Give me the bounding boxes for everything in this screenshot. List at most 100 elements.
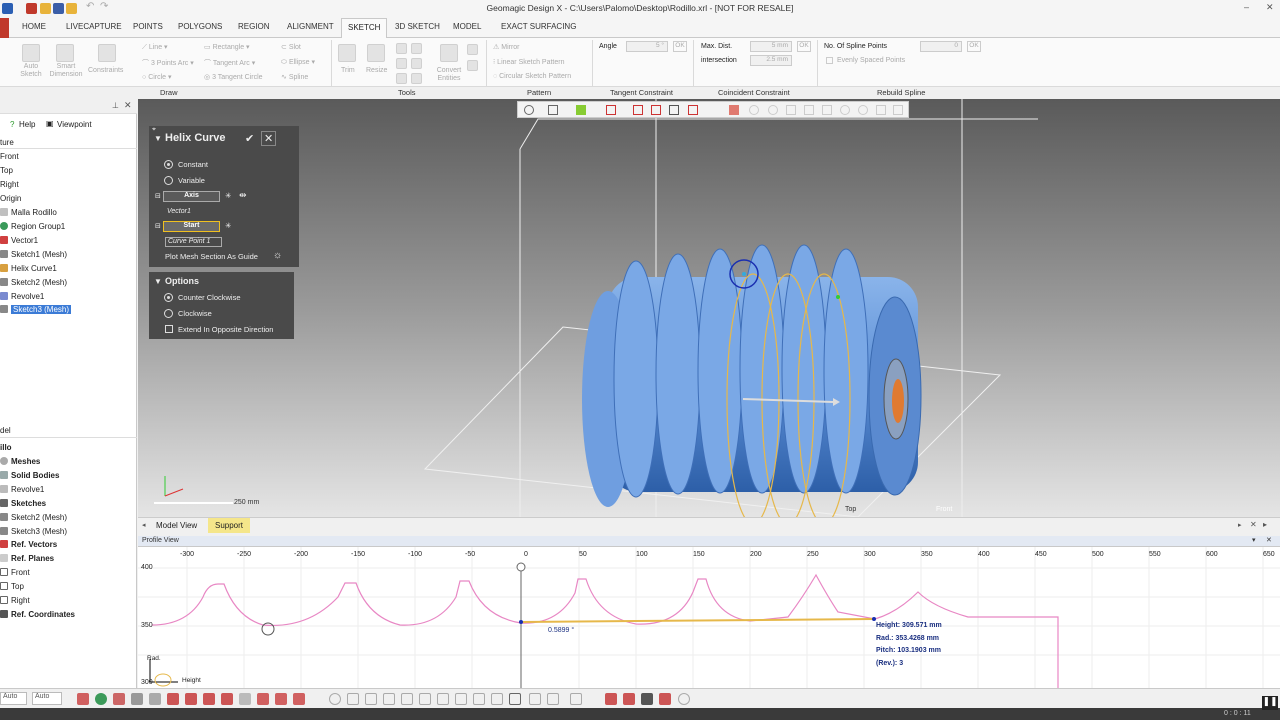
profile-view[interactable]: 0.5899 ° Height: 309.571 mm Rad.: 353.42… bbox=[138, 536, 1280, 688]
viewpoint-menu[interactable]: Viewpoint bbox=[57, 120, 92, 129]
extend-opposite-checkbox[interactable] bbox=[165, 325, 173, 333]
resize-icon[interactable] bbox=[367, 44, 385, 62]
snap-intersection-icon[interactable] bbox=[491, 693, 503, 705]
model-meshes[interactable]: Meshes bbox=[0, 457, 40, 466]
tab-exact-surfacing[interactable]: EXACT SURFACING bbox=[501, 22, 576, 31]
tab-model[interactable]: MODEL bbox=[453, 22, 481, 31]
smart-dimension-icon[interactable] bbox=[56, 44, 74, 62]
snap-face-icon[interactable] bbox=[401, 693, 413, 705]
select-ref-icon[interactable] bbox=[239, 693, 251, 705]
select-edge-icon[interactable] bbox=[651, 105, 661, 115]
tree-item-right[interactable]: Right bbox=[0, 180, 19, 189]
display-body-icon[interactable] bbox=[623, 693, 635, 705]
model-plane-front[interactable]: Front bbox=[0, 568, 30, 577]
snap-icon[interactable] bbox=[329, 693, 341, 705]
select-mesh-icon[interactable] bbox=[113, 693, 125, 705]
select-vertex-icon[interactable] bbox=[688, 105, 698, 115]
select-vertices-icon[interactable] bbox=[185, 693, 197, 705]
select-body-icon[interactable] bbox=[669, 105, 679, 115]
measure-angle-icon[interactable] bbox=[547, 693, 559, 705]
construction-icon[interactable] bbox=[467, 60, 478, 71]
select-curves-icon[interactable] bbox=[257, 693, 269, 705]
helix-start-marker[interactable] bbox=[519, 620, 523, 624]
tab-alignment[interactable]: ALIGNMENT bbox=[287, 22, 334, 31]
tree-item-sketch3[interactable]: Sketch3 (Mesh) bbox=[0, 305, 72, 314]
tab-scroll-left-icon[interactable]: ◂ bbox=[142, 521, 146, 529]
clear-selection-icon[interactable] bbox=[893, 105, 903, 115]
select-planes-icon[interactable] bbox=[293, 693, 305, 705]
tab-sketch[interactable]: SKETCH bbox=[341, 18, 388, 39]
tab-scroll-right-icon[interactable]: ▸ bbox=[1238, 521, 1242, 529]
offset-icon[interactable] bbox=[396, 43, 407, 54]
tree-item-malla[interactable]: Malla Rodillo bbox=[0, 208, 57, 217]
tab-menu-icon[interactable]: ▸ bbox=[1263, 520, 1267, 529]
line-tool[interactable]: ⟋ Line ▾ bbox=[142, 43, 168, 52]
file-menu-button[interactable] bbox=[0, 18, 9, 38]
options-collapse-icon[interactable]: ▼ bbox=[154, 277, 162, 286]
tree-item-sketch2[interactable]: Sketch2 (Mesh) bbox=[0, 278, 67, 287]
ellipse-tool[interactable]: ⬭ Ellipse ▾ bbox=[281, 58, 315, 67]
start-point[interactable] bbox=[742, 272, 746, 276]
display-sketch-icon[interactable] bbox=[641, 693, 653, 705]
select-bodies-icon[interactable] bbox=[203, 693, 215, 705]
tab-3d-sketch[interactable]: 3D SKETCH bbox=[395, 22, 440, 31]
linear-pattern-tool[interactable]: ⁝ Linear Sketch Pattern bbox=[493, 58, 565, 66]
chamfer-icon[interactable] bbox=[396, 73, 407, 84]
clockwise-radio[interactable] bbox=[164, 309, 173, 318]
tree-item-sketch1[interactable]: Sketch1 (Mesh) bbox=[0, 250, 67, 259]
extend-icon[interactable] bbox=[411, 43, 422, 54]
pin-icon[interactable]: ⊥ bbox=[112, 101, 119, 110]
variable-radio[interactable] bbox=[164, 176, 173, 185]
filter-mode-combo[interactable]: Auto bbox=[32, 692, 62, 705]
invert-icon[interactable] bbox=[876, 105, 886, 115]
circle-tool[interactable]: ○ Circle ▾ bbox=[142, 73, 172, 81]
panel-pin-icon[interactable]: ⌖ bbox=[152, 126, 156, 134]
snap-vertex-icon[interactable] bbox=[365, 693, 377, 705]
pause-icon[interactable]: ❚❚ bbox=[1262, 696, 1278, 710]
panel-close-icon[interactable]: ✕ bbox=[124, 100, 132, 111]
axis-settings-icon[interactable]: ✳ bbox=[225, 191, 231, 200]
tab-model-view[interactable]: Model View bbox=[156, 521, 197, 530]
view-cube-icon[interactable] bbox=[548, 105, 558, 115]
select-mode-icon[interactable] bbox=[606, 105, 616, 115]
coincident-ok-button[interactable]: OK bbox=[797, 41, 811, 52]
model-revolve1[interactable]: Revolve1 bbox=[0, 485, 44, 494]
model-sketches[interactable]: Sketches bbox=[0, 499, 46, 508]
snap-grid-icon[interactable] bbox=[347, 693, 359, 705]
select-faces-icon[interactable] bbox=[149, 693, 161, 705]
slot-tool[interactable]: ⊂ Slot bbox=[281, 43, 301, 51]
model-plane-top[interactable]: Top bbox=[0, 582, 24, 591]
display-ref-icon[interactable] bbox=[659, 693, 671, 705]
tab-home[interactable]: HOME bbox=[22, 22, 46, 31]
tab-close-icon[interactable]: ✕ bbox=[1250, 520, 1257, 529]
flood-icon[interactable] bbox=[804, 105, 814, 115]
tab-polygons[interactable]: POLYGONS bbox=[178, 22, 222, 31]
model-root[interactable]: illo bbox=[0, 443, 12, 452]
three-points-arc-tool[interactable]: ⌒ 3 Points Arc ▾ bbox=[142, 58, 194, 68]
move-icon[interactable] bbox=[411, 73, 422, 84]
tab-points[interactable]: POINTS bbox=[133, 22, 163, 31]
grow-icon[interactable] bbox=[840, 105, 850, 115]
trim-icon[interactable] bbox=[338, 44, 356, 62]
snap-perpendicular-icon[interactable] bbox=[473, 693, 485, 705]
display-mesh-icon[interactable] bbox=[605, 693, 617, 705]
tree-item-front[interactable]: Front bbox=[0, 152, 19, 161]
3d-viewport[interactable]: 250 mm Top Front bbox=[138, 99, 1280, 517]
clipboard-icon[interactable] bbox=[570, 693, 582, 705]
tree-item-origin[interactable]: Origin bbox=[0, 194, 21, 203]
sketch-plane-icon[interactable] bbox=[524, 105, 534, 115]
snap-edge-icon[interactable] bbox=[383, 693, 395, 705]
close-window-button[interactable]: ✕ bbox=[1266, 2, 1274, 13]
intersection-input[interactable]: 2.5 mm bbox=[750, 55, 792, 66]
model-sketch2[interactable]: Sketch2 (Mesh) bbox=[0, 513, 67, 522]
confirm-button[interactable]: ✔ bbox=[245, 132, 254, 145]
extend-selection-icon[interactable] bbox=[822, 105, 832, 115]
filter-icon[interactable] bbox=[729, 105, 739, 115]
circular-pattern-tool[interactable]: ◌ Circular Sketch Pattern bbox=[493, 73, 571, 80]
auto-sketch-icon[interactable] bbox=[22, 44, 40, 62]
profile-menu-icon[interactable]: ▾ bbox=[1252, 536, 1256, 544]
project-icon[interactable] bbox=[467, 44, 478, 55]
select-region-icon[interactable] bbox=[95, 693, 107, 705]
model-sketch3[interactable]: Sketch3 (Mesh) bbox=[0, 527, 67, 536]
paint-icon[interactable] bbox=[786, 105, 796, 115]
